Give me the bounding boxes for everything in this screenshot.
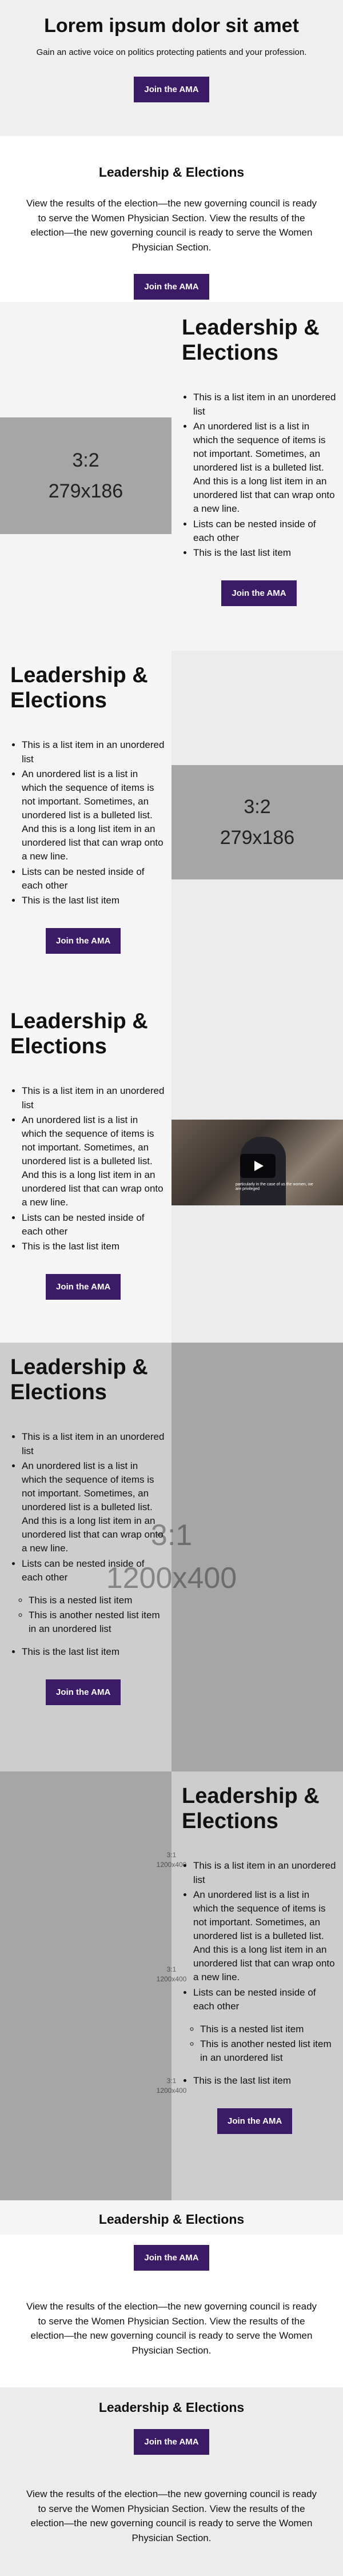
hero-section: Lorem ipsum dolor sit amet Gain an activ…	[0, 0, 343, 136]
split-tiled-background: 3:1 1200x400 3:1 1200x400 3:1 1200x400 L…	[0, 1771, 343, 2200]
video-player[interactable]: particularly in the case of us the women…	[172, 1120, 343, 1205]
bulleted-list: This is a list item in an unordered list…	[10, 738, 165, 907]
list-item: This is the last list item	[22, 1240, 165, 1253]
list-item: This is the last list item	[22, 1645, 165, 1659]
promo-section: Leadership & Elections View the results …	[0, 136, 343, 302]
nested-list: This is a nested list item This is anoth…	[182, 2022, 336, 2065]
split-image-left: 3:2 279x186 Leadership & Elections This …	[0, 302, 343, 651]
list-item: This is the last list item	[193, 546, 336, 560]
join-button[interactable]: Join the AMA	[134, 2429, 209, 2455]
list-item: This is the last list item	[22, 894, 165, 907]
list-item: An unordered list is a list in which the…	[193, 1888, 336, 1985]
bulleted-list: This is a list item in an unordered list…	[10, 1084, 165, 1253]
bulleted-list: This is the last list item	[182, 2074, 336, 2088]
hero-subtitle: Gain an active voice on politics protect…	[36, 47, 307, 57]
promo-section-gray: Leadership & Elections Join the AMA View…	[0, 2387, 343, 2576]
split-background-image: 3:1 1200x400 Leadership & Elections This…	[0, 1343, 343, 1771]
hero-title: Lorem ipsum dolor sit amet	[44, 15, 299, 37]
section-heading: Leadership & Elections	[10, 1009, 148, 1058]
promo-text: View the results of the election—the new…	[26, 198, 317, 253]
list-item: This is the last list item	[193, 2074, 336, 2088]
section-heading: Leadership & Elections	[10, 663, 148, 712]
list-item: Lists can be nested inside of each other	[193, 517, 336, 545]
promo-heading: Leadership & Elections	[98, 165, 245, 180]
placeholder-size: 279x186	[220, 827, 295, 849]
list-item: An unordered list is a list in which the…	[22, 1459, 165, 1556]
bulleted-list: This is a list item in an unordered list…	[182, 1859, 336, 2013]
placeholder-ratio: 3:1	[166, 1965, 177, 1974]
section-heading: Leadership & Elections	[10, 1355, 148, 1404]
split-image-right: Leadership & Elections This is a list it…	[0, 651, 343, 997]
nested-list: This is a nested list item This is anoth…	[10, 1594, 165, 1636]
nested-list-item: This is a nested list item	[29, 1594, 165, 1607]
bulleted-list: This is the last list item	[10, 1645, 165, 1659]
join-button[interactable]: Join the AMA	[134, 77, 209, 102]
list-item: Lists can be nested inside of each other	[22, 1557, 165, 1584]
nested-list-item: This is another nested list item in an u…	[200, 2037, 336, 2065]
placeholder-image: 3:2 279x186	[172, 765, 343, 879]
join-button[interactable]: Join the AMA	[46, 1273, 121, 1300]
list-item: An unordered list is a list in which the…	[22, 1113, 165, 1210]
list-item: Lists can be nested inside of each other	[22, 865, 165, 893]
placeholder-ratio: 3:2	[72, 449, 99, 471]
join-button[interactable]: Join the AMA	[46, 927, 121, 954]
join-button[interactable]: Join the AMA	[46, 1679, 121, 1706]
list-item: Lists can be nested inside of each other	[22, 1211, 165, 1239]
placeholder-ratio: 3:1	[166, 2077, 177, 2085]
placeholder-ratio: 3:2	[244, 795, 271, 818]
promo-heading: Leadership & Elections	[98, 2400, 245, 2415]
section-heading: Leadership & Elections	[182, 316, 320, 365]
join-button[interactable]: Join the AMA	[134, 2245, 209, 2271]
list-item: Lists can be nested inside of each other	[193, 1986, 336, 2013]
list-item: This is a list item in an unordered list	[22, 738, 165, 766]
join-button[interactable]: Join the AMA	[217, 2108, 293, 2135]
bulleted-list: This is a list item in an unordered list…	[10, 1430, 165, 1584]
list-item: This is a list item in an unordered list	[193, 391, 336, 418]
bulleted-list: This is a list item in an unordered list…	[182, 391, 336, 560]
list-item: This is a list item in an unordered list	[22, 1084, 165, 1112]
placeholder-image: 3:2 279x186	[0, 417, 172, 534]
list-item: An unordered list is a list in which the…	[193, 420, 336, 516]
placeholder-ratio: 3:1	[166, 1851, 177, 1860]
join-button[interactable]: Join the AMA	[134, 274, 209, 300]
section-heading: Leadership & Elections	[182, 1784, 320, 1833]
promo-section-light: Leadership & Elections Join the AMA View…	[0, 2200, 343, 2387]
play-icon[interactable]	[240, 1154, 276, 1178]
promo-heading: Leadership & Elections	[98, 2212, 245, 2227]
promo-text: View the results of the election—the new…	[26, 2301, 317, 2356]
join-button[interactable]: Join the AMA	[221, 580, 297, 606]
list-item: An unordered list is a list in which the…	[22, 767, 165, 864]
nested-list-item: This is a nested list item	[200, 2022, 336, 2036]
placeholder-size: 279x186	[48, 480, 123, 502]
promo-text: View the results of the election—the new…	[26, 2489, 317, 2543]
nested-list-item: This is another nested list item in an u…	[29, 1608, 165, 1636]
split-video: Leadership & Elections This is a list it…	[0, 997, 343, 1343]
list-item: This is a list item in an unordered list	[193, 1859, 336, 1886]
list-item: This is a list item in an unordered list	[22, 1430, 165, 1458]
video-caption: particularly in the case of us the women…	[236, 1183, 313, 1192]
